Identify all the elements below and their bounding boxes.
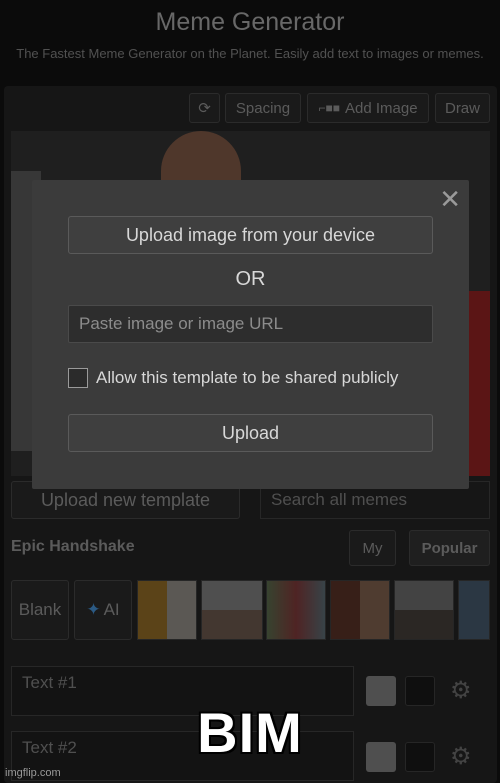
upload-button-label: Upload — [221, 422, 280, 443]
upload-button[interactable]: Upload — [68, 414, 433, 452]
meme-caption: BIM — [197, 701, 303, 764]
upload-from-device-label: Upload image from your device — [125, 224, 376, 245]
image-url-placeholder: Paste image or image URL — [79, 314, 284, 333]
image-url-input[interactable]: Paste image or image URL — [68, 305, 433, 343]
upload-modal: ✕ Upload image from your device OR Paste… — [32, 180, 469, 489]
close-icon[interactable]: ✕ — [439, 184, 461, 215]
upload-from-device-button[interactable]: Upload image from your device — [68, 216, 433, 254]
share-publicly-label: Allow this template to be shared publicl… — [96, 368, 399, 387]
share-publicly-checkbox[interactable] — [68, 368, 88, 388]
or-separator: OR — [235, 268, 266, 290]
watermark: imgflip.com — [5, 767, 61, 779]
